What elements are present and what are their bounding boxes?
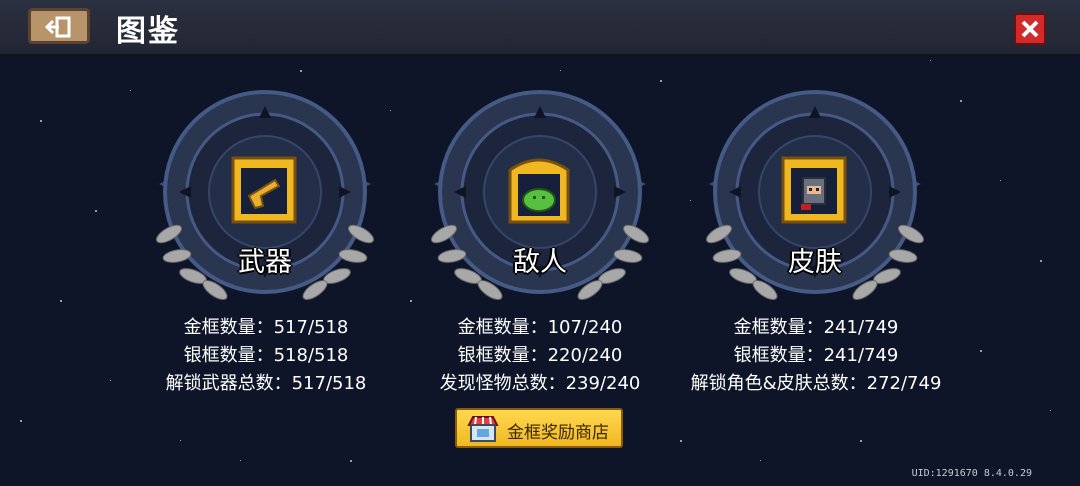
- top-bar: 图鉴: [0, 0, 1080, 57]
- close-button[interactable]: [1014, 13, 1046, 45]
- back-button[interactable]: [28, 8, 90, 44]
- green-slime-icon: [508, 158, 570, 224]
- category-card-weapons[interactable]: 武器: [155, 84, 375, 314]
- page-title: 图鉴: [116, 14, 180, 49]
- discovered-total: 发现怪物总数：239/240: [439, 373, 641, 394]
- gold-frame-count: 金框数量：517/518: [183, 317, 349, 338]
- shop-stall-icon: [467, 416, 499, 442]
- silver-frame-count: 银框数量：220/240: [457, 345, 623, 366]
- category-label: 皮肤: [788, 247, 842, 278]
- category-card-enemies[interactable]: 敌人: [430, 84, 650, 314]
- golden-gun-icon: [231, 156, 297, 224]
- gold-frame-shop-button[interactable]: 金框奖励商店: [455, 408, 623, 448]
- uid-version-text: UID:1291670 8.4.0.29: [911, 468, 1032, 479]
- unlocked-total: 解锁角色&皮肤总数：272/749: [690, 373, 942, 394]
- unlocked-total: 解锁武器总数：517/518: [165, 373, 367, 394]
- weapons-stats: 金框数量：517/518 银框数量：518/518 解锁武器总数：517/518: [116, 314, 416, 398]
- category-label: 敌人: [513, 247, 567, 278]
- silver-frame-count: 银框数量：518/518: [183, 345, 349, 366]
- category-label: 武器: [238, 247, 292, 278]
- gold-frame-count: 金框数量：107/240: [457, 317, 623, 338]
- enemies-stats: 金框数量：107/240 银框数量：220/240 发现怪物总数：239/240: [390, 314, 690, 398]
- close-x-icon: [1021, 20, 1039, 38]
- knight-portrait-icon: [781, 156, 847, 224]
- silver-frame-count: 银框数量：241/749: [733, 345, 899, 366]
- skins-stats: 金框数量：241/749 银框数量：241/749 解锁角色&皮肤总数：272/…: [666, 314, 966, 398]
- gold-frame-count: 金框数量：241/749: [733, 317, 899, 338]
- exit-arrow-icon: [45, 16, 71, 38]
- category-card-skins[interactable]: 皮肤: [705, 84, 925, 314]
- shop-button-label: 金框奖励商店: [507, 423, 609, 443]
